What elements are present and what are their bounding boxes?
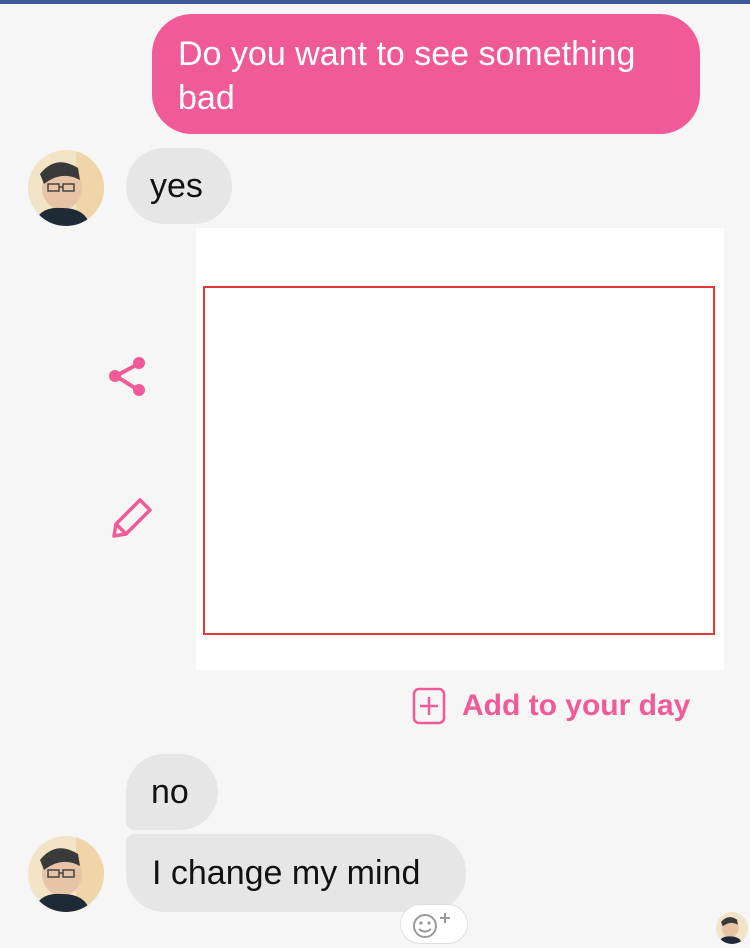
seen-avatar — [716, 912, 748, 944]
shared-media-content[interactable] — [203, 286, 715, 635]
top-bar — [0, 0, 750, 4]
avatar-image — [28, 150, 104, 226]
incoming-message-bubble[interactable]: no — [126, 754, 218, 830]
incoming-message-bubble[interactable]: yes — [126, 148, 232, 224]
add-to-your-day-label: Add to your day — [462, 689, 691, 722]
plus-box-icon — [412, 687, 446, 725]
pencil-icon[interactable] — [106, 492, 154, 540]
message-text: Do you want to see something bad — [178, 35, 636, 117]
add-to-your-day-button[interactable]: Add to your day — [412, 684, 690, 728]
add-reaction-button[interactable] — [400, 904, 468, 944]
outgoing-message-bubble[interactable]: Do you want to see something bad — [152, 14, 700, 134]
message-text: yes — [150, 167, 203, 205]
avatar[interactable] — [28, 150, 104, 226]
avatar-image — [28, 836, 104, 912]
shared-media-frame[interactable] — [196, 228, 724, 670]
message-text: no — [151, 773, 189, 811]
message-text: I change my mind — [152, 854, 421, 892]
incoming-message-bubble[interactable]: I change my mind — [126, 834, 466, 912]
smiley-add-icon — [413, 913, 450, 938]
avatar[interactable] — [28, 836, 104, 912]
share-icon[interactable] — [104, 352, 152, 400]
